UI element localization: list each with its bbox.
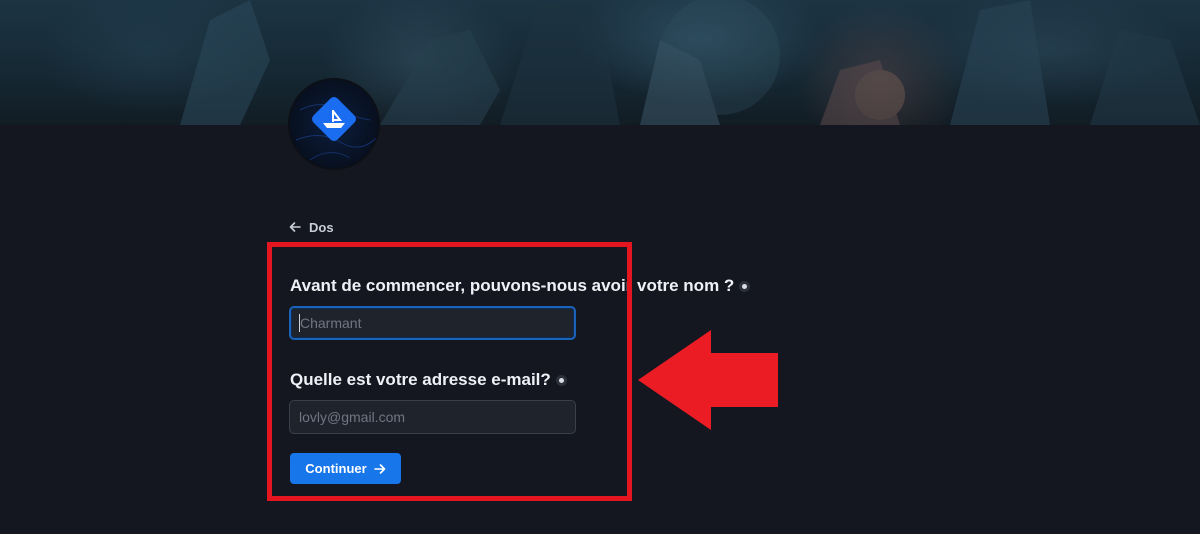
arrow-right-icon: [373, 463, 385, 474]
continue-button[interactable]: Continuer: [290, 453, 401, 484]
back-link[interactable]: Dos: [289, 218, 334, 236]
email-input[interactable]: [289, 400, 576, 434]
boat-logo-icon: [295, 97, 377, 161]
email-question-text: Quelle est votre adresse e-mail?: [290, 370, 551, 389]
name-input[interactable]: [289, 306, 576, 340]
arrow-left-icon: [289, 222, 301, 232]
banner-artwork: [180, 0, 1200, 125]
header-banner: [0, 0, 1200, 125]
avatar: [290, 80, 378, 168]
annotation-arrow-left-icon: [638, 330, 778, 430]
name-question-text: Avant de commencer, pouvons-nous avoir v…: [290, 276, 735, 295]
email-question-label: Quelle est votre adresse e-mail?: [290, 370, 564, 390]
required-dot-icon: [558, 377, 564, 383]
back-label: Dos: [309, 219, 334, 235]
continue-label: Continuer: [305, 461, 367, 476]
name-question-label: Avant de commencer, pouvons-nous avoir v…: [290, 276, 748, 296]
text-caret: [299, 314, 300, 332]
required-dot-icon: [742, 283, 748, 289]
